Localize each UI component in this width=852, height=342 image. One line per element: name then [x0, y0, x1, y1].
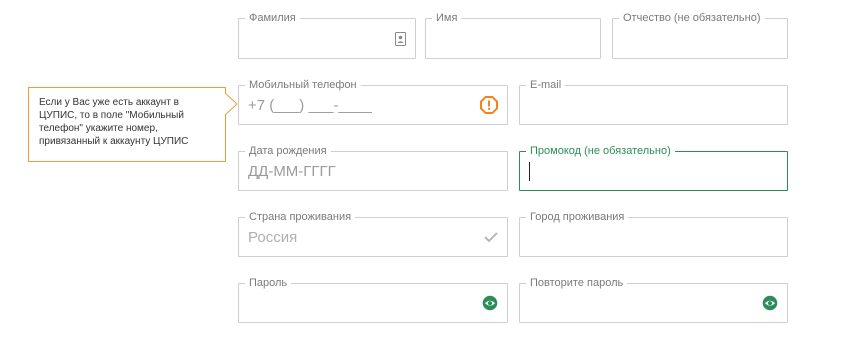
checkmark-icon — [484, 232, 498, 243]
name-field[interactable]: Имя — [425, 11, 601, 59]
birthdate-label: Дата рождения — [245, 144, 331, 158]
patronymic-label: Отчество (не обязательно) — [619, 11, 765, 25]
country-label: Страна проживания — [245, 210, 356, 224]
text-cursor — [529, 162, 530, 181]
phone-hint-tooltip: Если у Вас уже есть аккаунт в ЦУПИС, то … — [28, 87, 226, 162]
password-repeat-label: Повторите пароль — [526, 276, 628, 290]
password-label: Пароль — [245, 276, 292, 290]
email-label: E-mail — [526, 78, 566, 92]
birthdate-value: ДД-ММ-ГГГГ — [248, 163, 336, 180]
password-field[interactable]: Пароль — [238, 276, 508, 323]
eye-icon[interactable] — [482, 295, 498, 311]
birthdate-field[interactable]: Дата рождения ДД-ММ-ГГГГ — [238, 144, 508, 191]
country-field[interactable]: Страна проживания Россия — [238, 210, 508, 257]
phone-field[interactable]: Мобильный телефон +7 (___) ___-____ — [238, 78, 508, 125]
password-repeat-field[interactable]: Повторите пароль — [519, 276, 788, 323]
promocode-label: Промокод (не обязательно) — [526, 144, 675, 158]
tooltip-text: Если у Вас уже есть аккаунт в ЦУПИС, то … — [39, 97, 189, 147]
contact-card-icon[interactable] — [395, 31, 406, 46]
tooltip-arrow — [224, 92, 239, 116]
name-label: Имя — [432, 11, 462, 25]
eye-icon[interactable] — [762, 295, 778, 311]
promocode-field[interactable]: Промокод (не обязательно) — [519, 144, 788, 191]
country-value: Россия — [248, 229, 298, 246]
patronymic-field[interactable]: Отчество (не обязательно) — [612, 11, 788, 59]
phone-value: +7 (___) ___-____ — [248, 97, 372, 114]
phone-label: Мобильный телефон — [245, 78, 361, 92]
surname-label: Фамилия — [245, 11, 300, 25]
surname-field[interactable]: Фамилия — [238, 11, 416, 59]
city-label: Город проживания — [526, 210, 629, 224]
city-field[interactable]: Город проживания — [519, 210, 788, 257]
email-field[interactable]: E-mail — [519, 78, 788, 125]
warning-icon — [480, 96, 498, 114]
